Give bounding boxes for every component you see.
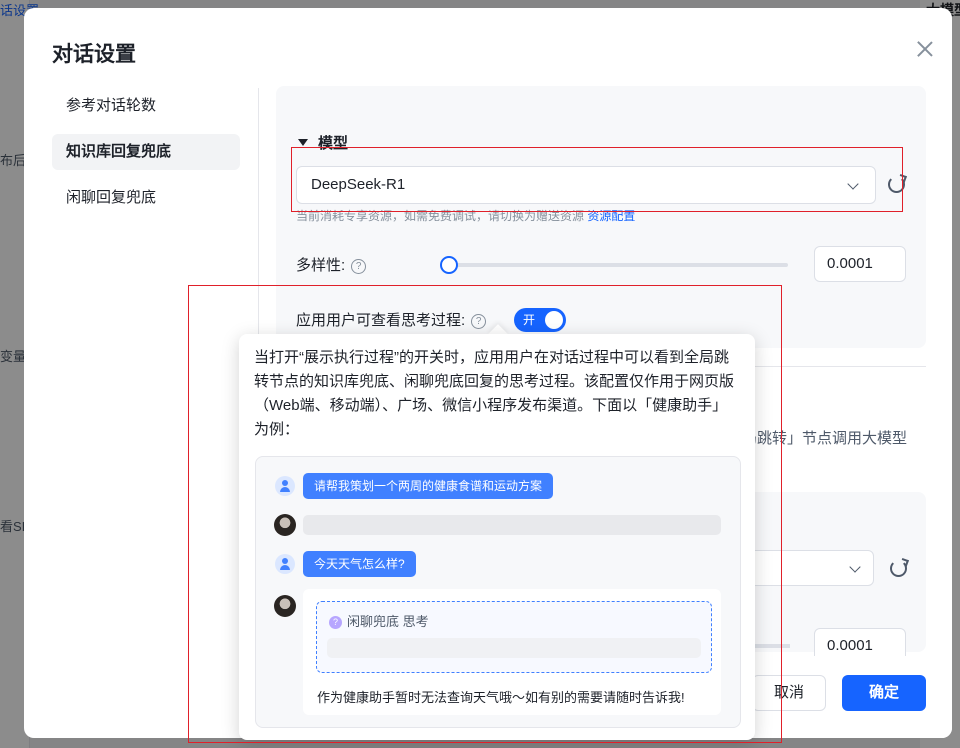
- toggle-text: 开: [523, 313, 536, 327]
- caret-down-icon: [298, 139, 308, 146]
- bot-avatar: [274, 514, 296, 536]
- thinking-process-box: ? 闲聊兜底 思考: [316, 601, 712, 673]
- show-thinking-tooltip: 当打开“展示执行过程”的开关时，应用用户在对话过程中可以看到全局跳转节点的知识库…: [239, 334, 755, 740]
- model-section: 模型 DeepSeek-R1 当前消耗专享资源，如需免费调试，请切换为赠送资源 …: [276, 86, 926, 348]
- resource-hint-text: 当前消耗专享资源，如需免费调试，请切换为赠送资源: [296, 209, 585, 223]
- bot-reply-placeholder: [303, 515, 721, 535]
- show-thinking-toggle[interactable]: 开: [514, 308, 566, 332]
- refresh-icon[interactable]: [888, 176, 905, 193]
- user-avatar-icon: [275, 554, 295, 574]
- chevron-down-icon: [847, 178, 859, 190]
- model-section-title[interactable]: 模型: [298, 132, 348, 153]
- refresh-icon[interactable]: [890, 560, 907, 577]
- toggle-knob: [545, 311, 563, 329]
- bot-reply-card: ? 闲聊兜底 思考 作为健康助手暂时无法查询天气哦～如有别的需要请随时告诉我!: [303, 589, 721, 715]
- user-message: 今天天气怎么样?: [303, 551, 416, 577]
- resource-config-link[interactable]: 资源配置: [587, 209, 635, 223]
- second-model-select[interactable]: [736, 550, 874, 586]
- settings-side-nav: 参考对话轮数 知识库回复兜底 闲聊回复兜底: [52, 88, 240, 226]
- show-thinking-label: 应用用户可查看思考过程:: [296, 312, 466, 329]
- description-text-partial: 局跳转」节点调用大模型: [742, 430, 908, 447]
- modal-title: 对话设置: [52, 43, 136, 66]
- diversity-row: 多样性:?: [296, 254, 367, 275]
- bot-reply-text: 作为健康助手暂时无法查询天气哦～如有别的需要请随时告诉我!: [317, 690, 685, 705]
- bot-avatar: [274, 595, 296, 617]
- confirm-button[interactable]: 确定: [842, 675, 926, 711]
- diversity-label: 多样性:: [296, 257, 346, 274]
- thinking-label: ? 闲聊兜底 思考: [329, 611, 429, 630]
- cancel-button[interactable]: 取消: [752, 675, 826, 711]
- tooltip-text: 当打开“展示执行过程”的开关时，应用用户在对话过程中可以看到全局跳转节点的知识库…: [254, 349, 735, 438]
- nav-item-knowledge-fallback[interactable]: 知识库回复兜底: [52, 134, 240, 170]
- user-avatar-icon: [275, 476, 295, 496]
- diversity-slider-track[interactable]: [442, 263, 788, 267]
- model-section-label: 模型: [318, 135, 349, 152]
- diversity-slider-thumb[interactable]: [440, 256, 458, 274]
- show-thinking-row: 应用用户可查看思考过程:?: [296, 309, 487, 330]
- help-icon[interactable]: ?: [471, 314, 487, 329]
- user-message: 请帮我策划一个两周的健康食谱和运动方案: [303, 473, 554, 499]
- chat-demo-preview: 请帮我策划一个两周的健康食谱和运动方案 今天天气怎么样? ? 闲聊兜底 思考 作为…: [255, 456, 741, 728]
- help-icon[interactable]: ?: [351, 259, 367, 274]
- thinking-label-text: 闲聊兜底 思考: [347, 614, 429, 629]
- model-select[interactable]: DeepSeek-R1: [296, 166, 876, 204]
- resource-hint: 当前消耗专享资源，如需免费调试，请切换为赠送资源 资源配置: [296, 207, 635, 224]
- nav-item-chat-fallback[interactable]: 闲聊回复兜底: [52, 180, 240, 216]
- diversity-input[interactable]: 0.0001: [814, 246, 906, 282]
- thinking-placeholder: [327, 638, 701, 658]
- close-icon[interactable]: [914, 38, 936, 60]
- chevron-down-icon: [849, 561, 861, 573]
- model-select-value: DeepSeek-R1: [311, 176, 406, 193]
- nav-item-reference-rounds[interactable]: 参考对话轮数: [52, 88, 240, 124]
- question-icon: ?: [329, 616, 342, 629]
